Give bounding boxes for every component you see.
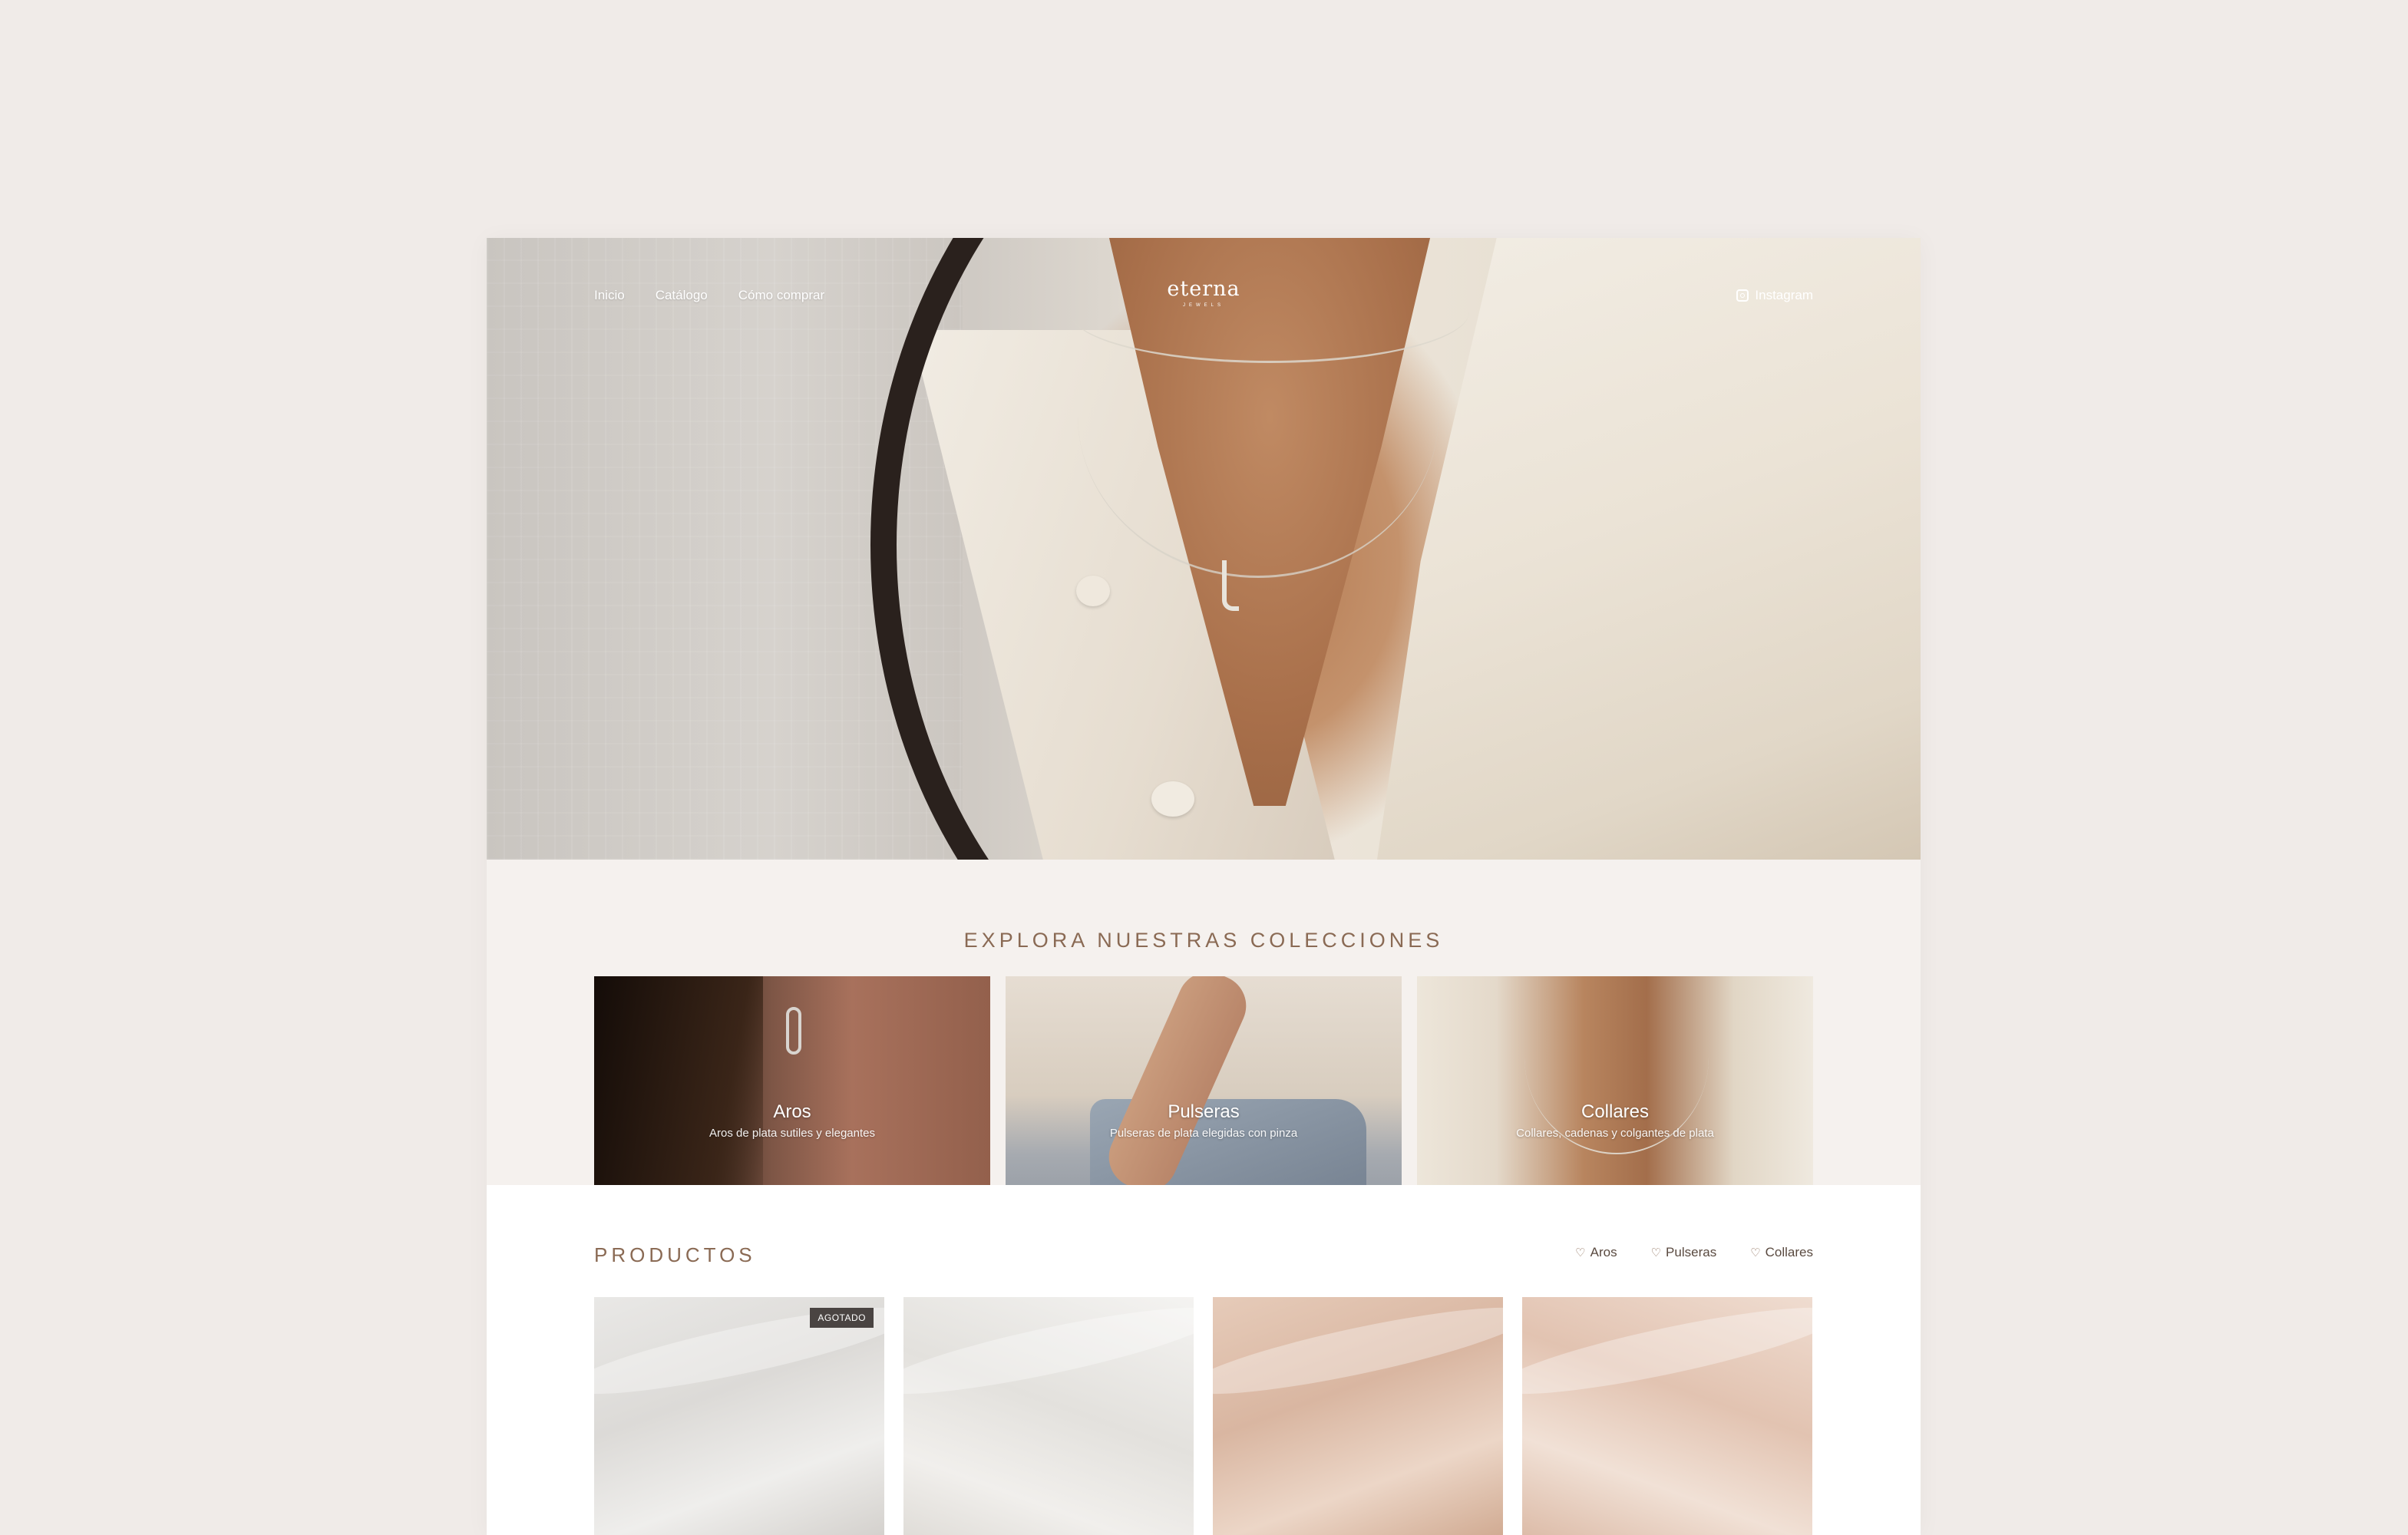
collection-name: Collares bbox=[1581, 1101, 1650, 1122]
collection-name: Pulseras bbox=[1168, 1101, 1240, 1122]
filter-aros[interactable]: ♡ Aros bbox=[1575, 1245, 1617, 1260]
filter-collares[interactable]: ♡ Collares bbox=[1750, 1245, 1813, 1260]
website-frame: Inicio Catálogo Cómo comprar eterna JEWE… bbox=[487, 238, 1921, 1535]
collection-card-label: Pulseras Pulseras de plata elegidas con … bbox=[1006, 1101, 1402, 1140]
instagram-icon bbox=[1736, 289, 1749, 302]
product-image-fabric bbox=[1522, 1297, 1812, 1411]
hero-banner: Inicio Catálogo Cómo comprar eterna JEWE… bbox=[487, 238, 1921, 860]
nav-links: Inicio Catálogo Cómo comprar bbox=[594, 288, 824, 303]
nav-link-como-comprar[interactable]: Cómo comprar bbox=[738, 288, 824, 303]
hero-image-shirt-button bbox=[1076, 576, 1110, 606]
product-card[interactable] bbox=[1213, 1297, 1503, 1535]
hero-image-collar bbox=[1377, 238, 1921, 860]
instagram-link[interactable]: Instagram bbox=[1736, 288, 1813, 303]
collection-name: Aros bbox=[773, 1101, 811, 1122]
nav-link-inicio[interactable]: Inicio bbox=[594, 288, 625, 303]
filter-label: Pulseras bbox=[1666, 1245, 1717, 1259]
hero-image-pendant bbox=[1222, 560, 1239, 611]
heart-icon: ♡ bbox=[1650, 1246, 1662, 1259]
collection-description: Pulseras de plata elegidas con pinza bbox=[1109, 1127, 1298, 1140]
main-nav: Inicio Catálogo Cómo comprar eterna JEWE… bbox=[594, 276, 1813, 315]
logo-tagline: JEWELS bbox=[1182, 303, 1224, 308]
filter-label: Collares bbox=[1765, 1245, 1813, 1259]
product-card[interactable] bbox=[903, 1297, 1194, 1535]
product-card[interactable] bbox=[1522, 1297, 1812, 1535]
products-section: PRODUCTOS ♡ Aros ♡ Pulseras ♡ Collares A… bbox=[487, 1185, 1921, 1535]
products-title: PRODUCTOS bbox=[594, 1243, 756, 1266]
product-image-fabric bbox=[903, 1297, 1194, 1411]
collection-card-label: Collares Collares, cadenas y colgantes d… bbox=[1417, 1101, 1813, 1140]
filter-label: Aros bbox=[1590, 1245, 1617, 1259]
card-image-earring bbox=[786, 1007, 801, 1055]
product-image-fabric bbox=[1213, 1297, 1503, 1411]
brand-logo[interactable]: eterna JEWELS bbox=[1165, 276, 1242, 309]
instagram-label: Instagram bbox=[1755, 288, 1813, 302]
collection-description: Collares, cadenas y colgantes de plata bbox=[1516, 1127, 1714, 1140]
filter-pulseras[interactable]: ♡ Pulseras bbox=[1651, 1245, 1717, 1260]
hero-image-shirt-button bbox=[1151, 781, 1194, 817]
product-card[interactable]: AGOTADO bbox=[594, 1297, 884, 1535]
nav-link-catalogo[interactable]: Catálogo bbox=[656, 288, 708, 303]
collections-title: EXPLORA NUESTRAS COLECCIONES bbox=[963, 929, 1444, 952]
collection-description: Aros de plata sutiles y elegantes bbox=[709, 1127, 875, 1140]
product-filters: ♡ Aros ♡ Pulseras ♡ Collares bbox=[1575, 1245, 1813, 1260]
heart-icon: ♡ bbox=[1575, 1246, 1586, 1259]
collections-section: EXPLORA NUESTRAS COLECCIONES Aros Aros d… bbox=[487, 860, 1921, 1274]
logo-wordmark: eterna bbox=[1167, 277, 1240, 301]
heart-icon: ♡ bbox=[1750, 1246, 1761, 1259]
sold-out-badge: AGOTADO bbox=[810, 1308, 874, 1328]
collection-card-label: Aros Aros de plata sutiles y elegantes bbox=[594, 1101, 990, 1140]
